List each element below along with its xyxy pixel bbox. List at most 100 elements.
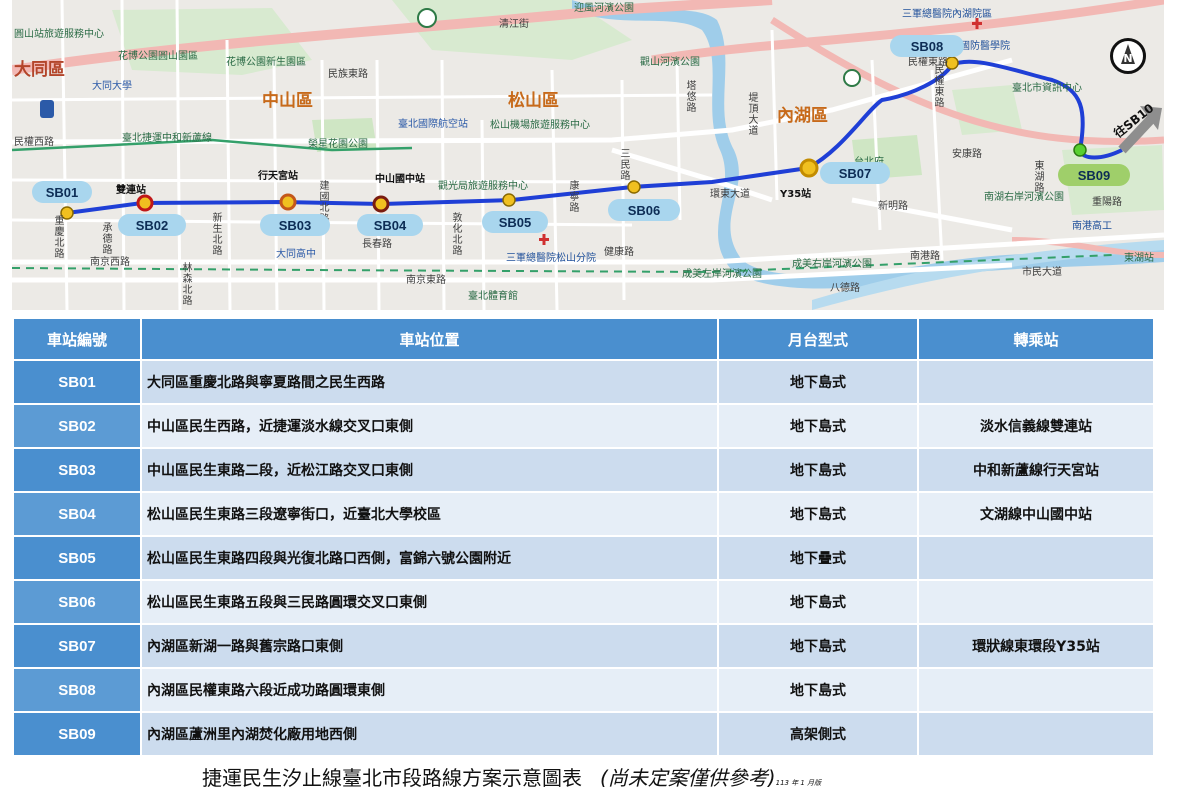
table-row: SB09 內湖區蘆洲里內湖焚化廠用地西側 高架側式 — [14, 713, 1153, 755]
transfer-label-zhongshan-jr-high: 中山國中站 — [375, 174, 425, 185]
transfer-label-shuanglian: 雙連站 — [116, 185, 146, 196]
road-label: 南京東路 — [406, 275, 446, 286]
poi-label: 臺北體育館 — [468, 291, 518, 302]
station-location: 中山區民生東路二段，近松江路交叉口東側 — [142, 449, 717, 491]
station-label-sb03: SB03 — [260, 214, 330, 236]
poi-label: 大同高中 — [276, 249, 316, 260]
transfer-station: 文湖線中山國中站 — [919, 493, 1153, 535]
station-code: SB04 — [14, 493, 140, 535]
road-label-vertical: 承德路 — [100, 222, 111, 255]
caption-title: 捷運民生汐止線臺北市段路線方案示意圖表 — [202, 766, 582, 787]
table-row: SB04 松山區民生東路三段遼寧街口，近臺北大學校區 地下島式 文湖線中山國中站 — [14, 493, 1153, 535]
road-label: 南港路 — [910, 251, 940, 262]
platform-type: 地下島式 — [719, 361, 917, 403]
header-station-code: 車站編號 — [14, 319, 140, 359]
station-label-sb07: SB07 — [820, 162, 890, 184]
station-code: SB08 — [14, 669, 140, 711]
table-row: SB02 中山區民生西路，近捷運淡水線交叉口東側 地下島式 淡水信義線雙連站 — [14, 405, 1153, 447]
route-map: 大同區 中山區 松山區 內湖區 民權東路 民族東路 民權西路 南京西路 南京東路… — [12, 0, 1164, 310]
park-label: 迎風河濱公園 — [574, 3, 634, 14]
caption-note: (尚未定案僅供參考) — [600, 766, 776, 787]
poi-label: 臺北國際航空站 — [398, 119, 468, 130]
poi-label: 圓山站旅遊服務中心 — [14, 29, 104, 40]
poi-label: 三軍總醫院內湖院區 — [902, 9, 992, 20]
park-label: 成美左岸河濱公園 — [682, 269, 762, 280]
platform-type: 地下島式 — [719, 669, 917, 711]
table-row: SB01 大同區重慶北路與寧夏路間之民生西路 地下島式 — [14, 361, 1153, 403]
district-neihu: 內湖區 — [777, 106, 828, 126]
table-header-row: 車站編號 車站位置 月台型式 轉乘站 — [14, 319, 1153, 359]
poi-label: 國防醫學院 — [960, 41, 1010, 52]
poi-label: 榮星花園公園 — [308, 139, 368, 150]
station-code: SB01 — [14, 361, 140, 403]
transfer-station: 中和新蘆線行天宮站 — [919, 449, 1153, 491]
poi-label: 南港高工 — [1072, 221, 1112, 232]
road-label-vertical: 堤頂大道 — [746, 92, 757, 136]
platform-type: 地下島式 — [719, 493, 917, 535]
road-label-vertical: 敦化北路 — [450, 212, 461, 256]
transfer-station — [919, 669, 1153, 711]
header-transfer-station: 轉乘站 — [919, 319, 1153, 359]
road-label-vertical: 林森北路 — [180, 262, 191, 306]
poi-label: 花博公園圓山園區 — [118, 51, 198, 62]
park-label: 成美右岸河濱公園 — [792, 259, 872, 270]
poi-label: 臺北市資訊中心 — [1012, 83, 1082, 94]
transfer-station — [919, 537, 1153, 579]
station-code: SB03 — [14, 449, 140, 491]
transfer-station — [919, 361, 1153, 403]
road-label-vertical: 東湖路 — [1032, 160, 1043, 193]
transfer-station: 環狀線東環段Y35站 — [919, 625, 1153, 667]
road-label: 民權西路 — [14, 137, 54, 148]
poi-label: 觀光局旅遊服務中心 — [438, 181, 528, 192]
poi-label: 三軍總醫院松山分院 — [506, 253, 596, 264]
station-location: 松山區民生東路四段與光復北路口西側，富錦六號公園附近 — [142, 537, 717, 579]
station-location: 大同區重慶北路與寧夏路間之民生西路 — [142, 361, 717, 403]
station-label-sb09: SB09 — [1058, 164, 1130, 186]
road-label-vertical: 新生北路 — [210, 212, 221, 256]
north-arrow-icon: N — [1110, 38, 1146, 74]
road-label: 健康路 — [604, 247, 634, 258]
road-label: 南京西路 — [90, 257, 130, 268]
station-label-sb04: SB04 — [357, 214, 423, 236]
figure-caption: 捷運民生汐止線臺北市段路線方案示意圖表 (尚未定案僅供參考)113 年 1 月版 — [202, 762, 821, 787]
district-songshan: 松山區 — [508, 91, 559, 111]
road-label: 八德路 — [830, 283, 860, 294]
road-label-vertical: 重慶北路 — [52, 215, 63, 259]
station-location: 內湖區新湖一路與舊宗路口東側 — [142, 625, 717, 667]
station-location: 內湖區民權東路六段近成功路圓環東側 — [142, 669, 717, 711]
poi-label: 大同大學 — [92, 81, 132, 92]
station-code: SB02 — [14, 405, 140, 447]
road-label: 安康路 — [952, 149, 982, 160]
platform-type: 地下島式 — [719, 449, 917, 491]
station-location: 內湖區蘆洲里內湖焚化廠用地西側 — [142, 713, 717, 755]
road-label: 清江街 — [499, 19, 529, 30]
transfer-label-y35: Y35站 — [780, 189, 812, 200]
road-label: 重陽路 — [1092, 197, 1122, 208]
road-label: 新明路 — [878, 201, 908, 212]
transfer-station — [919, 713, 1153, 755]
station-code: SB05 — [14, 537, 140, 579]
park-label: 南湖右岸河濱公園 — [984, 192, 1064, 203]
road-label: 民族東路 — [328, 69, 368, 80]
platform-type: 地下島式 — [719, 405, 917, 447]
platform-type: 地下島式 — [719, 581, 917, 623]
road-label-vertical: 康寧路 — [567, 180, 578, 213]
road-label-vertical: 三民路 — [618, 148, 629, 181]
table-row: SB06 松山區民生東路五段與三民路圓環交叉口東側 地下島式 — [14, 581, 1153, 623]
transfer-station — [919, 581, 1153, 623]
district-zhongshan: 中山區 — [262, 91, 313, 111]
poi-label: 花博公園新生園區 — [226, 57, 306, 68]
station-table: 車站編號 車站位置 月台型式 轉乘站 SB01 大同區重慶北路與寧夏路間之民生西… — [12, 317, 1155, 757]
table-row: SB03 中山區民生東路二段，近松江路交叉口東側 地下島式 中和新蘆線行天宮站 — [14, 449, 1153, 491]
caption-date: 113 年 1 月版 — [775, 779, 822, 787]
road-label: 市民大道 — [1022, 267, 1062, 278]
station-location: 中山區民生西路，近捷運淡水線交叉口東側 — [142, 405, 717, 447]
station-code: SB09 — [14, 713, 140, 755]
poi-label: 松山機場旅遊服務中心 — [490, 120, 590, 131]
transfer-station: 淡水信義線雙連站 — [919, 405, 1153, 447]
table-row: SB07 內湖區新湖一路與舊宗路口東側 地下島式 環狀線東環段Y35站 — [14, 625, 1153, 667]
road-label: 長春路 — [362, 239, 392, 250]
station-location: 松山區民生東路五段與三民路圓環交叉口東側 — [142, 581, 717, 623]
header-platform-type: 月台型式 — [719, 319, 917, 359]
platform-type: 高架側式 — [719, 713, 917, 755]
